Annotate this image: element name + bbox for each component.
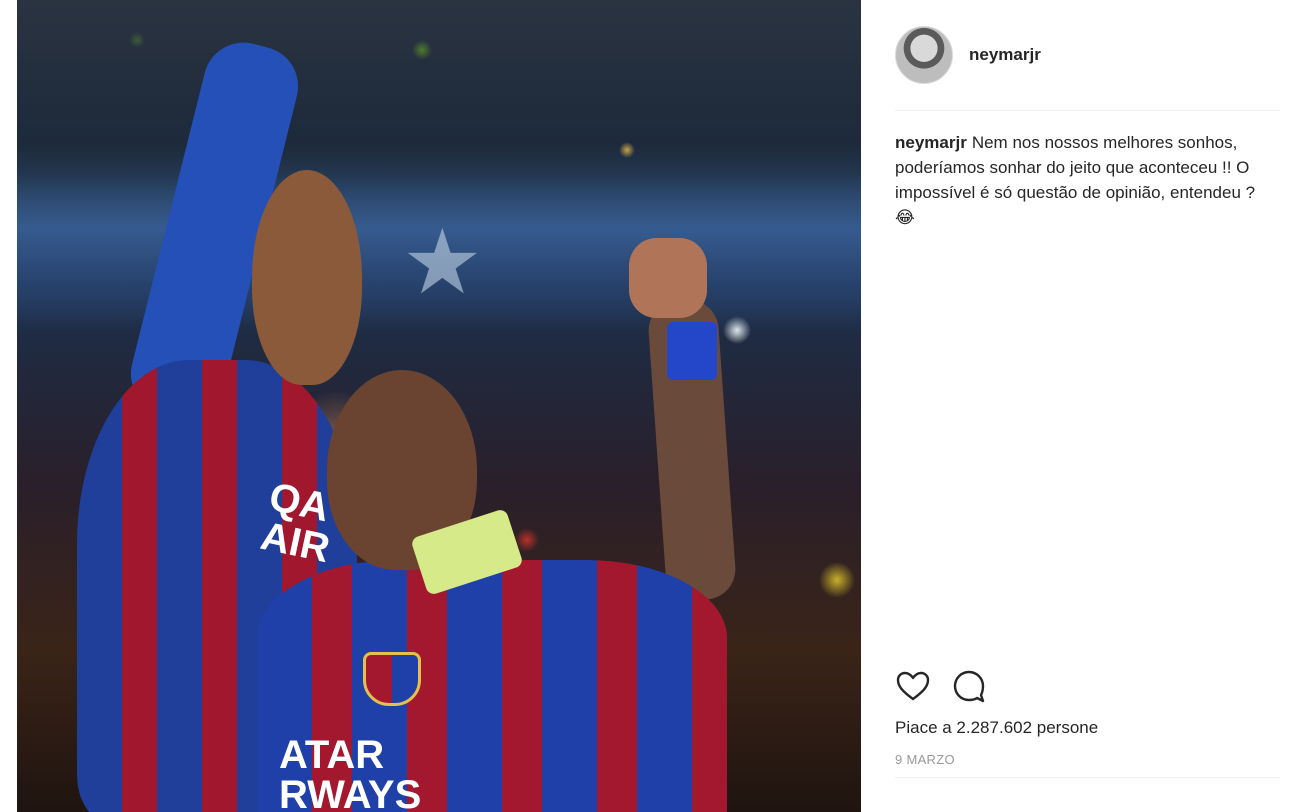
footer-divider bbox=[895, 777, 1280, 778]
star-logo: ★ bbox=[402, 210, 483, 315]
avatar[interactable] bbox=[895, 26, 953, 84]
wristband bbox=[667, 322, 717, 380]
sponsor-text-bottom: ATAR RWAYS bbox=[279, 733, 422, 812]
header-username[interactable]: neymarjr bbox=[969, 45, 1041, 65]
post-caption: neymarjr Nem nos nossos melhores sonhos, … bbox=[895, 130, 1275, 230]
post-date[interactable]: 9 MARZO bbox=[895, 752, 955, 767]
like-button[interactable] bbox=[895, 668, 931, 704]
raised-fist bbox=[629, 238, 707, 318]
caption-username[interactable]: neymarjr bbox=[895, 133, 967, 152]
comment-button[interactable] bbox=[951, 668, 987, 704]
post-header: neymarjr bbox=[895, 26, 1280, 84]
post-photo[interactable]: ★ QA AIR ATAR RWAYS bbox=[17, 0, 861, 812]
post-sidebar: neymarjr neymarjr Nem nos nossos melhores… bbox=[880, 0, 1280, 812]
header-divider bbox=[895, 110, 1280, 111]
heart-icon bbox=[896, 671, 930, 701]
player-head-back bbox=[252, 170, 362, 385]
likes-count[interactable]: Piace a 2.287.602 persone bbox=[895, 718, 1098, 738]
action-bar bbox=[895, 668, 987, 704]
club-crest bbox=[363, 652, 421, 706]
comment-icon bbox=[953, 670, 985, 703]
